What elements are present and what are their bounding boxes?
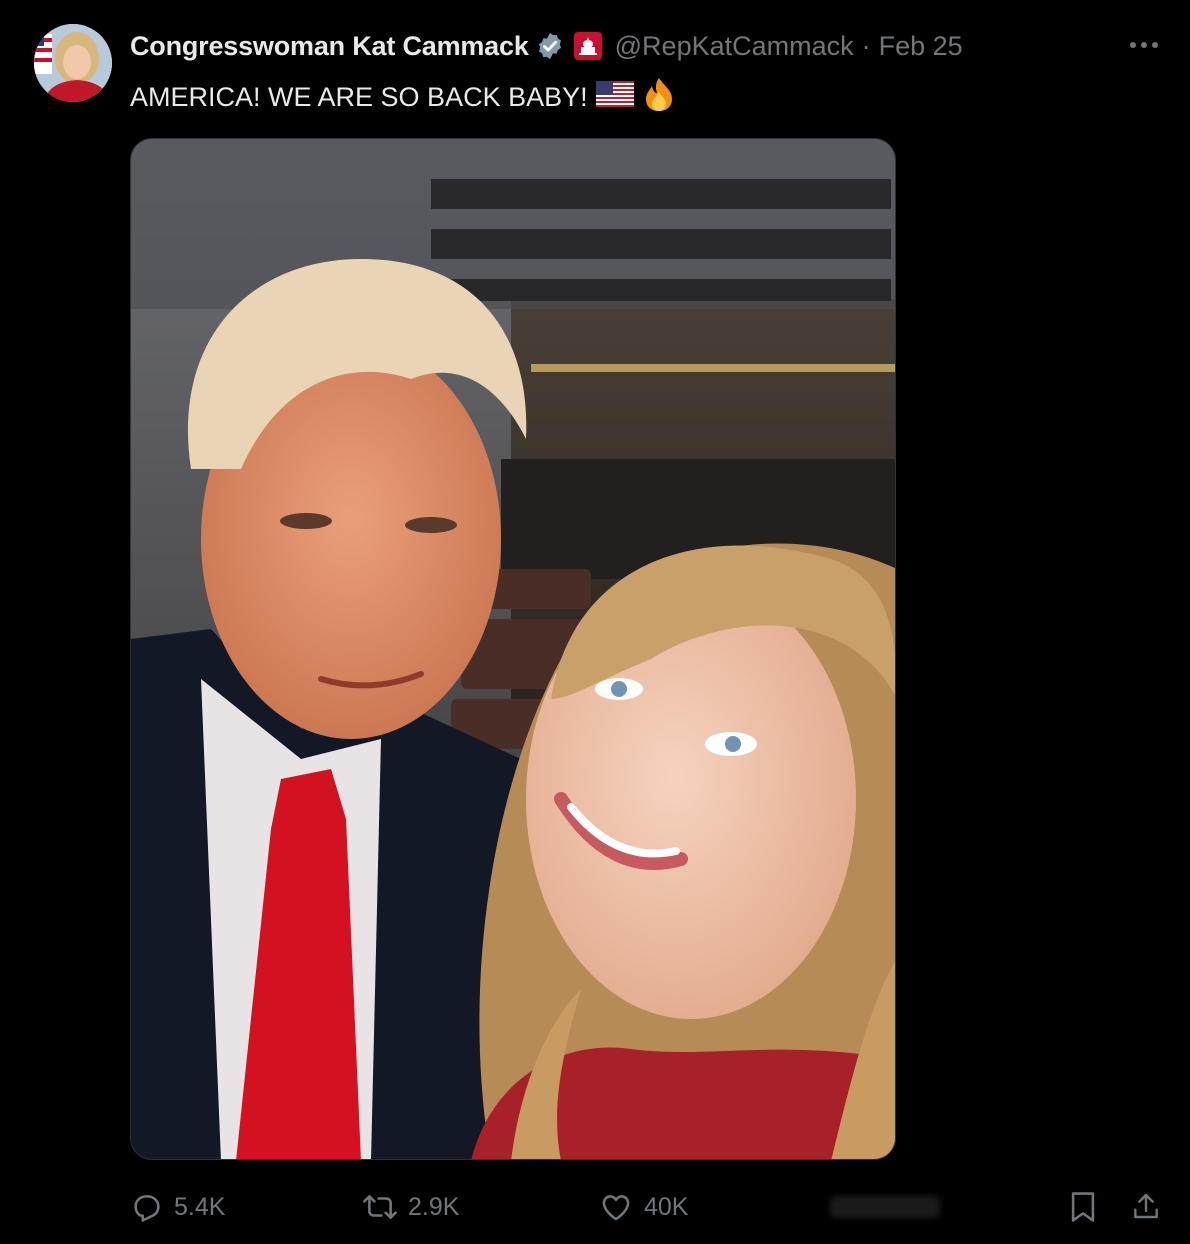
tweet-action-bar: 5.4K 2.9K 40K	[130, 1184, 1170, 1230]
bookmark-button[interactable]	[1068, 1184, 1108, 1230]
retweet-button[interactable]: 2.9K	[362, 1184, 459, 1230]
author-display-name[interactable]: Congresswoman Kat Cammack	[130, 31, 529, 62]
retweet-count: 2.9K	[408, 1192, 460, 1221]
author-avatar[interactable]	[34, 24, 112, 102]
reply-button[interactable]: 5.4K	[130, 1184, 225, 1230]
reply-icon	[134, 1195, 160, 1222]
header-separator: ·	[861, 30, 871, 61]
views-count-blurred	[830, 1196, 940, 1218]
verified-badge-icon[interactable]	[535, 31, 565, 61]
tweet-body: AMERICA! WE ARE SO BACK BABY!	[130, 76, 676, 119]
ellipsis-icon	[1130, 42, 1158, 48]
capitol-affiliation-icon[interactable]	[573, 31, 603, 61]
reply-count: 5.4K	[174, 1192, 226, 1221]
author-handle[interactable]: @RepKatCammack	[615, 31, 854, 62]
heart-icon	[602, 1195, 630, 1221]
more-options-button[interactable]	[1126, 30, 1162, 60]
tweet-photo[interactable]	[130, 138, 896, 1160]
tweet-text: AMERICA! WE ARE SO BACK BABY!	[130, 82, 588, 112]
like-count: 40K	[644, 1192, 689, 1221]
us-flag-emoji	[595, 81, 634, 114]
like-button[interactable]: 40K	[598, 1184, 688, 1230]
tweet-header: Congresswoman Kat Cammack @RepKatCammack…	[130, 28, 963, 64]
share-button[interactable]	[1130, 1184, 1172, 1230]
share-icon	[1134, 1193, 1158, 1219]
tweet-date[interactable]: Feb 25	[879, 31, 963, 62]
tweet: Congresswoman Kat Cammack @RepKatCammack…	[0, 0, 1190, 1244]
fire-emoji	[642, 76, 676, 119]
bookmark-icon	[1071, 1192, 1095, 1222]
views-stat[interactable]	[830, 1184, 940, 1230]
retweet-icon	[363, 1195, 397, 1219]
